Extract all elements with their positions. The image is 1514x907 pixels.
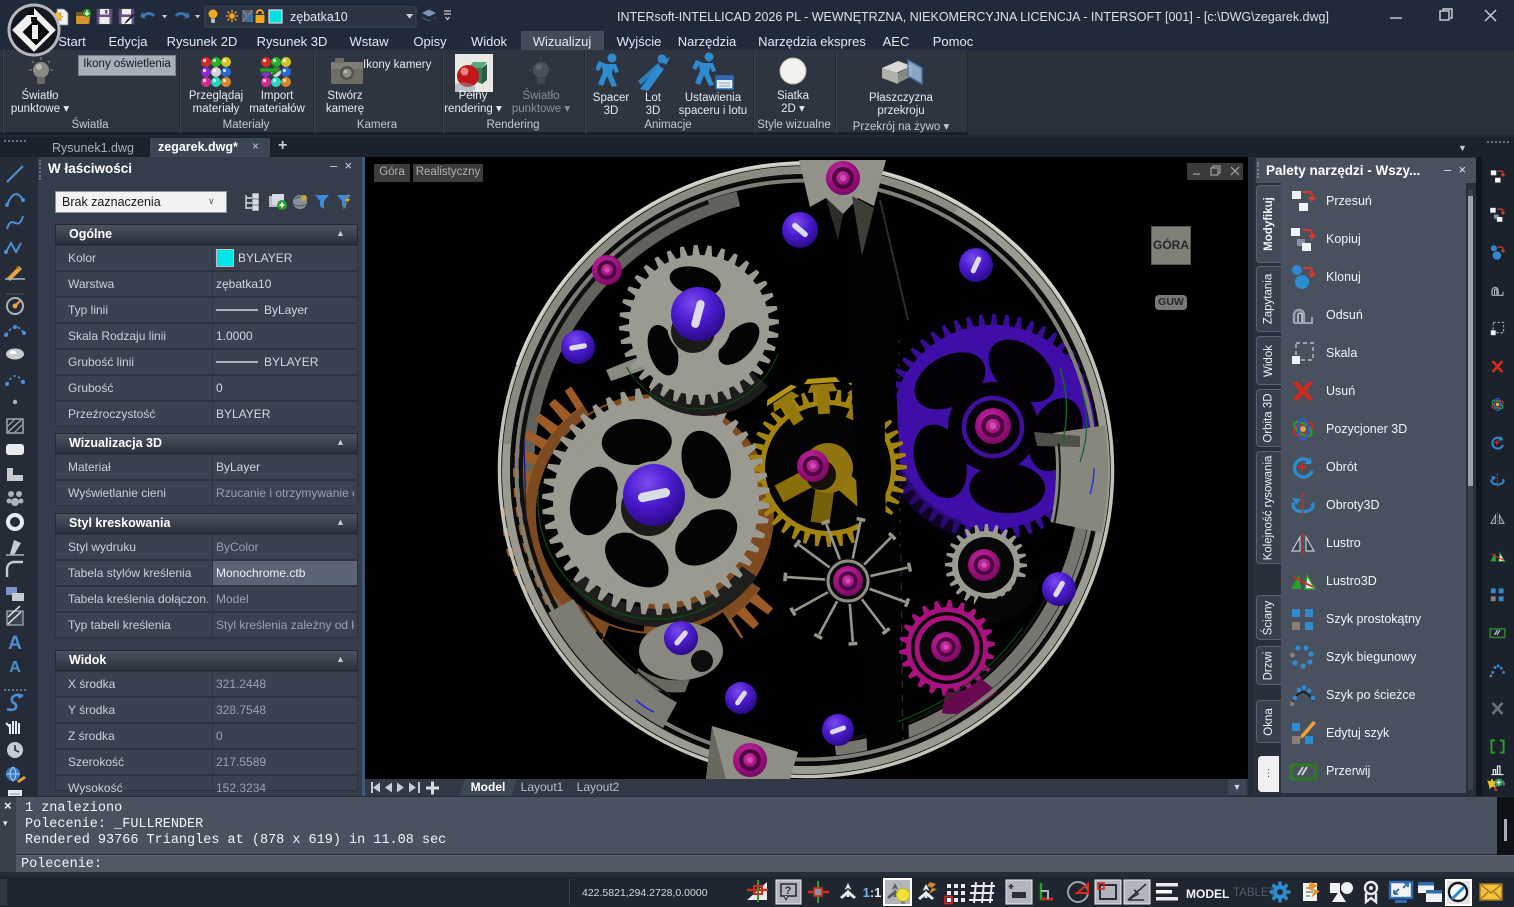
svg-text:zębatka10: zębatka10	[290, 10, 348, 24]
svg-text:1:1: 1:1	[863, 885, 882, 900]
svg-text:A: A	[8, 633, 22, 654]
svg-text:?: ?	[785, 885, 792, 897]
svg-text:A: A	[9, 659, 21, 676]
